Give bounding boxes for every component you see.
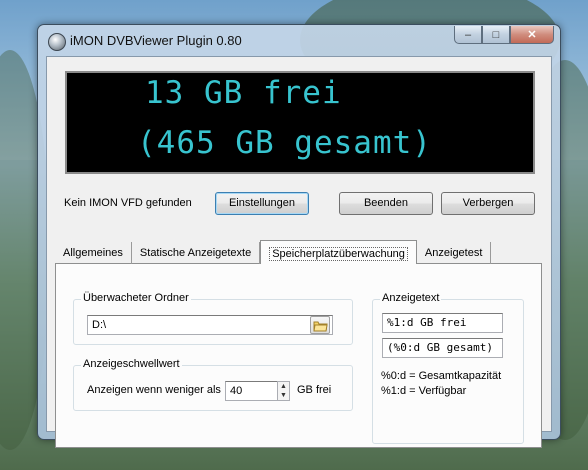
threshold-group: Anzeigeschwellwert Anzeigen wenn weniger… bbox=[73, 358, 353, 411]
vfd-line-2: (465 GB gesamt) bbox=[137, 125, 432, 161]
client-area: 13 GB frei (465 GB gesamt) Kein IMON VFD… bbox=[46, 56, 552, 448]
maximize-button[interactable]: □ bbox=[482, 26, 510, 44]
minimize-button[interactable]: – bbox=[454, 26, 482, 44]
display-text-line2-input[interactable]: (%0:d GB gesamt) bbox=[382, 338, 503, 358]
folder-icon bbox=[313, 321, 328, 332]
tab-storage-monitor-label: Speicherplatzüberwachung bbox=[269, 247, 408, 261]
settings-button[interactable]: Einstellungen bbox=[215, 192, 309, 215]
title-bar[interactable]: iMON DVBViewer Plugin 0.80 – □ ✕ bbox=[38, 25, 560, 55]
watched-folder-label: Überwacheter Ordner bbox=[81, 292, 191, 304]
threshold-prefix: Anzeigen wenn weniger als bbox=[87, 384, 221, 396]
threshold-label: Anzeigeschwellwert bbox=[81, 358, 182, 370]
tab-display-test[interactable]: Anzeigetest bbox=[417, 242, 492, 264]
vfd-line-1: 13 GB frei bbox=[145, 75, 342, 111]
legend-total: %0:d = Gesamtkapazität bbox=[381, 370, 502, 382]
window-title: iMON DVBViewer Plugin 0.80 bbox=[70, 33, 242, 48]
watched-folder-group: Überwacheter Ordner D:\ bbox=[73, 292, 353, 345]
display-text-label: Anzeigetext bbox=[380, 292, 442, 304]
app-icon bbox=[48, 33, 66, 51]
status-text: Kein IMON VFD gefunden bbox=[64, 197, 192, 209]
display-text-group: Anzeigetext %1:d GB frei (%0:d GB gesamt… bbox=[372, 292, 524, 444]
spin-down-icon[interactable]: ▼ bbox=[278, 391, 289, 400]
threshold-suffix: GB frei bbox=[297, 384, 332, 396]
quit-button[interactable]: Beenden bbox=[339, 192, 433, 215]
tab-strip: Allgemeines Statische Anzeigetexte Speic… bbox=[55, 240, 492, 264]
threshold-input[interactable]: 40 bbox=[225, 381, 279, 401]
vfd-preview: 13 GB frei (465 GB gesamt) bbox=[65, 71, 535, 174]
hide-button[interactable]: Verbergen bbox=[441, 192, 535, 215]
tab-panel: Überwacheter Ordner D:\ Anzeigeschwellwe… bbox=[55, 263, 542, 448]
browse-folder-button[interactable] bbox=[310, 316, 330, 334]
tab-static-texts[interactable]: Statische Anzeigetexte bbox=[132, 242, 261, 264]
legend-available: %1:d = Verfügbar bbox=[381, 385, 467, 397]
threshold-spinner[interactable]: ▲ ▼ bbox=[277, 381, 290, 401]
close-button[interactable]: ✕ bbox=[510, 26, 554, 44]
caption-buttons: – □ ✕ bbox=[454, 26, 554, 44]
tab-allgemeines[interactable]: Allgemeines bbox=[55, 242, 132, 264]
folder-input[interactable]: D:\ bbox=[87, 315, 333, 335]
display-text-line1-input[interactable]: %1:d GB frei bbox=[382, 313, 503, 333]
spin-up-icon[interactable]: ▲ bbox=[278, 382, 289, 391]
plugin-window: iMON DVBViewer Plugin 0.80 – □ ✕ 13 GB f… bbox=[37, 24, 561, 448]
tab-storage-monitor[interactable]: Speicherplatzüberwachung bbox=[260, 240, 417, 264]
